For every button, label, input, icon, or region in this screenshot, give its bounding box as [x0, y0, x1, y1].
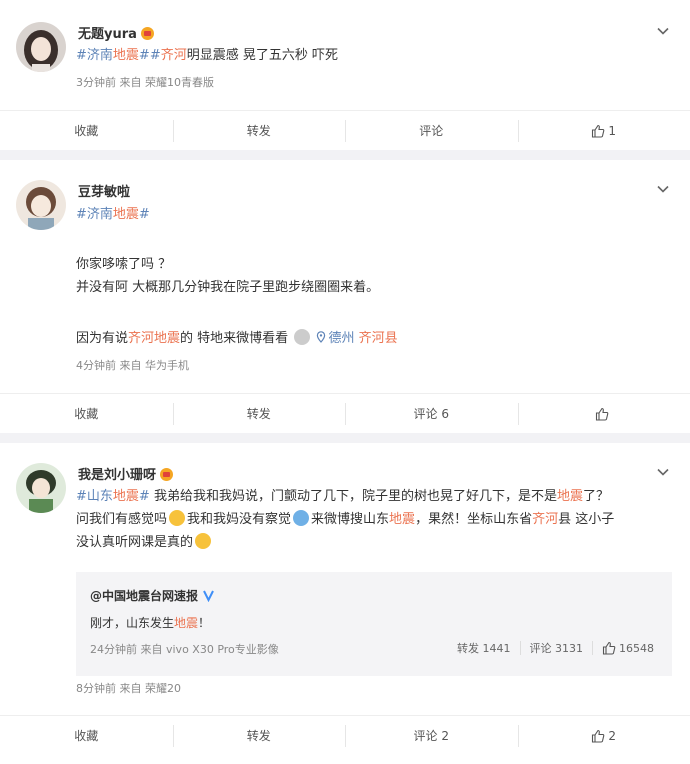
like-button[interactable]: 1: [517, 111, 690, 150]
favorite-button[interactable]: 收藏: [0, 111, 173, 150]
post-text-part: 我弟给我和我妈说，门颤动了几下，院子里的树也晃了好几下，是不是: [149, 489, 557, 504]
repost-author-name[interactable]: @中国地震台网速报: [90, 589, 198, 603]
repost-repost-count[interactable]: 转发 1441: [457, 640, 511, 656]
emoji-icon: [195, 533, 212, 549]
repost-button[interactable]: 转发: [172, 716, 346, 755]
post-text-part: 问我们有感觉吗: [76, 512, 168, 527]
topic-link[interactable]: #济南地震#: [76, 48, 150, 63]
repost-comment-count[interactable]: 评论 3131: [530, 640, 584, 656]
repost-label: 转发: [246, 124, 271, 138]
post-text: #济南地震##齐河明显震感 晃了五六秒 吓死: [76, 44, 666, 67]
favorite-label: 收藏: [74, 124, 99, 138]
repost-text-part: ！: [198, 616, 211, 630]
topic-link[interactable]: #齐河: [150, 48, 187, 63]
post-text-part: 没认真听网课是真的: [76, 535, 194, 550]
post-text-part: 的 特地来微博看看: [180, 331, 289, 346]
comment-button[interactable]: 评论 6: [345, 394, 518, 433]
divider: [519, 641, 521, 655]
chevron-down-icon[interactable]: [656, 465, 670, 479]
post-text-part: 来微博搜山东: [311, 512, 390, 527]
thumbs-up-icon: [592, 729, 605, 743]
favorite-label: 收藏: [74, 407, 99, 421]
location-county: 齐河县: [358, 331, 398, 346]
post-text-part: 县 这小子: [558, 512, 615, 527]
repost-author[interactable]: @中国地震台网速报: [90, 587, 215, 604]
post-card: 我是刘小珊呀 #山东地震# 我弟给我和我妈说，门颤动了几下，院子里的树也晃了好几…: [0, 443, 690, 764]
repost-actions: 转发 1441 评论 3131 16548: [457, 640, 654, 656]
repost-like-button[interactable]: 16548: [602, 641, 654, 655]
topic-link[interactable]: 齐河地震: [128, 331, 180, 346]
post-card: 豆芽敏啦 #济南地震# 你家哆嗦了吗 ？ 并没有阿 大概那几分钟我在院子里跑步绕…: [0, 160, 690, 433]
like-button[interactable]: [517, 394, 690, 433]
topic-link[interactable]: #山东地震#: [76, 489, 150, 504]
favorite-button[interactable]: 收藏: [0, 716, 173, 755]
username[interactable]: 豆芽敏啦: [78, 181, 130, 200]
username[interactable]: 我是刘小珊呀: [78, 464, 174, 483]
verified-icon: [203, 590, 215, 603]
thumbs-up-icon: [602, 641, 616, 655]
avatar[interactable]: [16, 180, 66, 230]
comment-label: 评论 2: [413, 729, 449, 743]
keyword-link[interactable]: 地震: [174, 616, 198, 630]
post-meta: 8分钟前 来自 荣耀20: [76, 682, 181, 695]
emoji-icon: [293, 510, 310, 526]
like-count: 1: [608, 123, 617, 138]
like-button[interactable]: 2: [517, 716, 690, 755]
repost-button[interactable]: 转发: [172, 111, 346, 150]
action-bar: 收藏 转发 评论 2 2: [0, 715, 690, 755]
topic-link[interactable]: #济南地震#: [76, 203, 666, 226]
weibo-feed: 无题yura #济南地震##齐河明显震感 晃了五六秒 吓死 3分钟前 来自 荣耀…: [0, 0, 690, 764]
repost-meta: 24分钟前 来自 vivo X30 Pro专业影像: [90, 643, 279, 656]
vip-badge-icon: [140, 27, 154, 40]
location-pin-icon: [317, 331, 326, 343]
repost-label: 转发: [246, 407, 271, 421]
comment-label: 评论 6: [413, 407, 449, 421]
reposted-card[interactable]: @中国地震台网速报 刚才，山东发生地震！ 24分钟前 来自 vivo X30 P…: [76, 572, 672, 676]
keyword-link[interactable]: 地震: [389, 512, 415, 527]
location-link[interactable]: 德州 齐河县: [316, 331, 398, 346]
avatar[interactable]: [16, 463, 66, 513]
favorite-button[interactable]: 收藏: [0, 394, 173, 433]
post-text: #山东地震# 我弟给我和我妈说，门颤动了几下，院子里的树也晃了好几下，是不是地震…: [76, 485, 672, 554]
post-text-part: 我和我妈没有察觉: [187, 512, 292, 527]
post-text-part: ，果然！坐标山东省: [415, 512, 533, 527]
vip-badge-icon: [160, 468, 174, 481]
comment-button[interactable]: 评论: [345, 111, 518, 150]
username-text[interactable]: 无题yura: [78, 27, 137, 42]
action-bar: 收藏 转发 评论 1: [0, 110, 690, 150]
keyword-link[interactable]: 地震: [557, 489, 583, 504]
repost-text: 刚才，山东发生地震！: [90, 614, 210, 631]
username[interactable]: 无题yura: [78, 23, 154, 42]
repost-text-part: 刚才，山东发生: [90, 616, 175, 630]
repost-button[interactable]: 转发: [172, 394, 346, 433]
post-line: 因为有说齐河地震的 特地来微博看看 德州 齐河县: [76, 327, 666, 350]
post-meta: 3分钟前 来自 荣耀10青春版: [76, 76, 214, 89]
comment-label: 评论: [419, 124, 444, 138]
post-text-body: 明显震感 晃了五六秒 吓死: [186, 48, 339, 63]
username-text[interactable]: 我是刘小珊呀: [78, 468, 156, 483]
repost-like-count: 16548: [619, 641, 654, 655]
avatar[interactable]: [16, 22, 66, 72]
keyword-link[interactable]: 齐河: [532, 512, 558, 527]
chevron-down-icon[interactable]: [656, 24, 670, 38]
emoji-icon: [169, 510, 186, 526]
divider: [592, 641, 593, 655]
post-card: 无题yura #济南地震##齐河明显震感 晃了五六秒 吓死 3分钟前 来自 荣耀…: [0, 0, 690, 150]
favorite-label: 收藏: [74, 729, 99, 743]
thumbs-up-icon: [596, 407, 609, 421]
action-bar: 收藏 转发 评论 6: [0, 393, 690, 433]
emoji-icon: [294, 329, 311, 345]
post-line: 并没有阿 大概那几分钟我在院子里跑步绕圈圈来着。: [76, 280, 380, 295]
thumbs-up-icon: [592, 124, 605, 138]
location-city: 德州: [328, 331, 355, 346]
like-count: 2: [608, 728, 617, 743]
post-meta: 4分钟前 来自 华为手机: [76, 359, 189, 372]
post-line: 你家哆嗦了吗 ？: [76, 257, 172, 272]
repost-label: 转发: [246, 729, 271, 743]
comment-button[interactable]: 评论 2: [345, 716, 518, 755]
post-text-part: 因为有说: [76, 331, 129, 346]
chevron-down-icon[interactable]: [656, 182, 670, 196]
post-text-part: 了？: [582, 489, 609, 504]
